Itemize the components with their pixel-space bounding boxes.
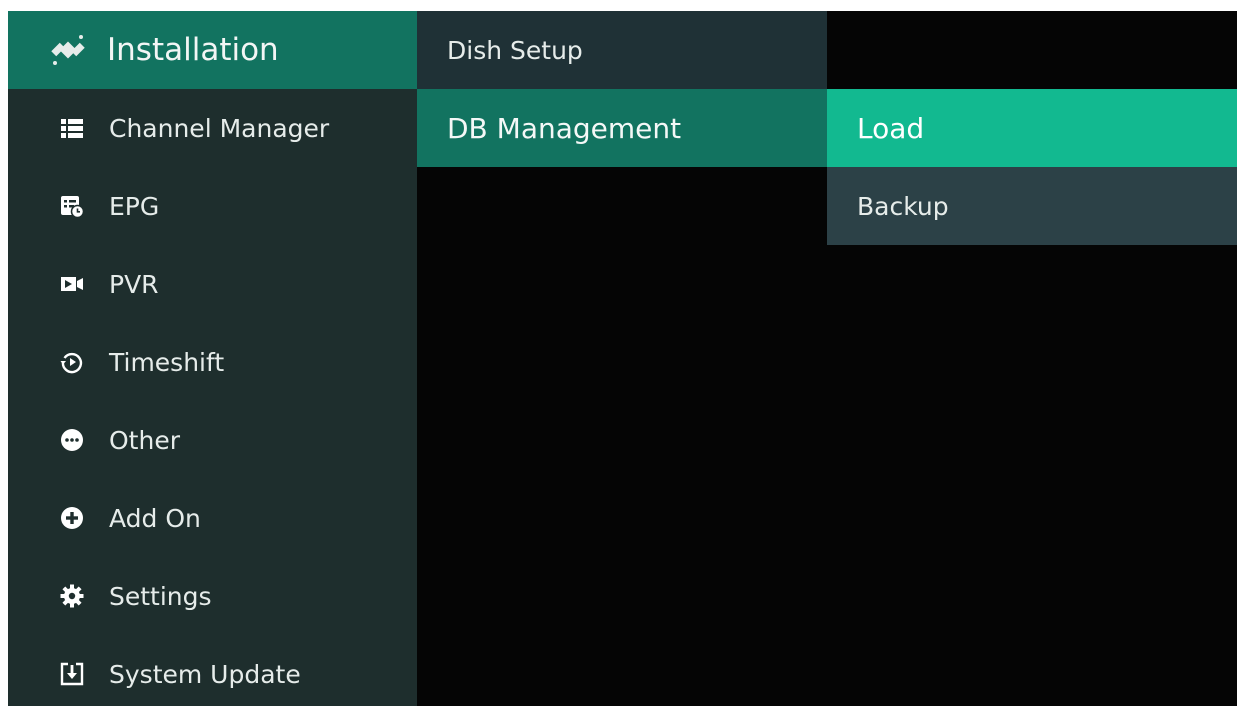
menu-item-label: System Update bbox=[109, 659, 301, 689]
list-icon bbox=[60, 116, 84, 140]
menu-item-epg[interactable]: EPG bbox=[8, 167, 417, 245]
menu-item-label: EPG bbox=[109, 191, 160, 221]
menu-item-system-update[interactable]: System Update bbox=[8, 635, 417, 706]
menu-item-label: Installation bbox=[107, 32, 279, 68]
satellite-icon bbox=[50, 32, 86, 68]
submenu-item-label: DB Management bbox=[447, 111, 682, 145]
menu-item-label: Settings bbox=[109, 581, 212, 611]
download-box-icon bbox=[60, 662, 84, 686]
timeshift-icon bbox=[60, 350, 84, 374]
submenu-item-label: Backup bbox=[857, 191, 949, 221]
menu-item-label: Other bbox=[109, 425, 180, 455]
tv-menu-screen: Installation Channel Manager EPG PVR Tim… bbox=[8, 11, 1237, 706]
main-menu: Installation Channel Manager EPG PVR Tim… bbox=[8, 11, 417, 706]
menu-item-label: Timeshift bbox=[109, 347, 225, 377]
menu-item-label: PVR bbox=[109, 269, 159, 299]
menu-item-timeshift[interactable]: Timeshift bbox=[8, 323, 417, 401]
submenu-item-load[interactable]: Load bbox=[827, 89, 1237, 167]
submenu-item-backup[interactable]: Backup bbox=[827, 167, 1237, 245]
more-icon bbox=[60, 428, 84, 452]
submenu-item-dish-setup[interactable]: Dish Setup bbox=[417, 11, 827, 89]
submenu-item-label: Dish Setup bbox=[447, 35, 583, 65]
menu-item-label: Add On bbox=[109, 503, 201, 533]
video-camera-icon bbox=[60, 272, 84, 296]
menu-item-add-on[interactable]: Add On bbox=[8, 479, 417, 557]
menu-item-label: Channel Manager bbox=[109, 113, 330, 143]
menu-item-pvr[interactable]: PVR bbox=[8, 245, 417, 323]
epg-icon bbox=[60, 194, 84, 218]
gear-icon bbox=[60, 584, 84, 608]
menu-item-channel-manager[interactable]: Channel Manager bbox=[8, 89, 417, 167]
installation-submenu: Dish Setup DB Management bbox=[417, 11, 827, 167]
db-management-submenu: Load Backup bbox=[827, 89, 1237, 245]
submenu-item-label: Load bbox=[857, 111, 925, 145]
plus-circle-icon bbox=[60, 506, 84, 530]
menu-item-installation[interactable]: Installation bbox=[8, 11, 417, 89]
submenu-item-db-management[interactable]: DB Management bbox=[417, 89, 827, 167]
menu-item-other[interactable]: Other bbox=[8, 401, 417, 479]
menu-item-settings[interactable]: Settings bbox=[8, 557, 417, 635]
